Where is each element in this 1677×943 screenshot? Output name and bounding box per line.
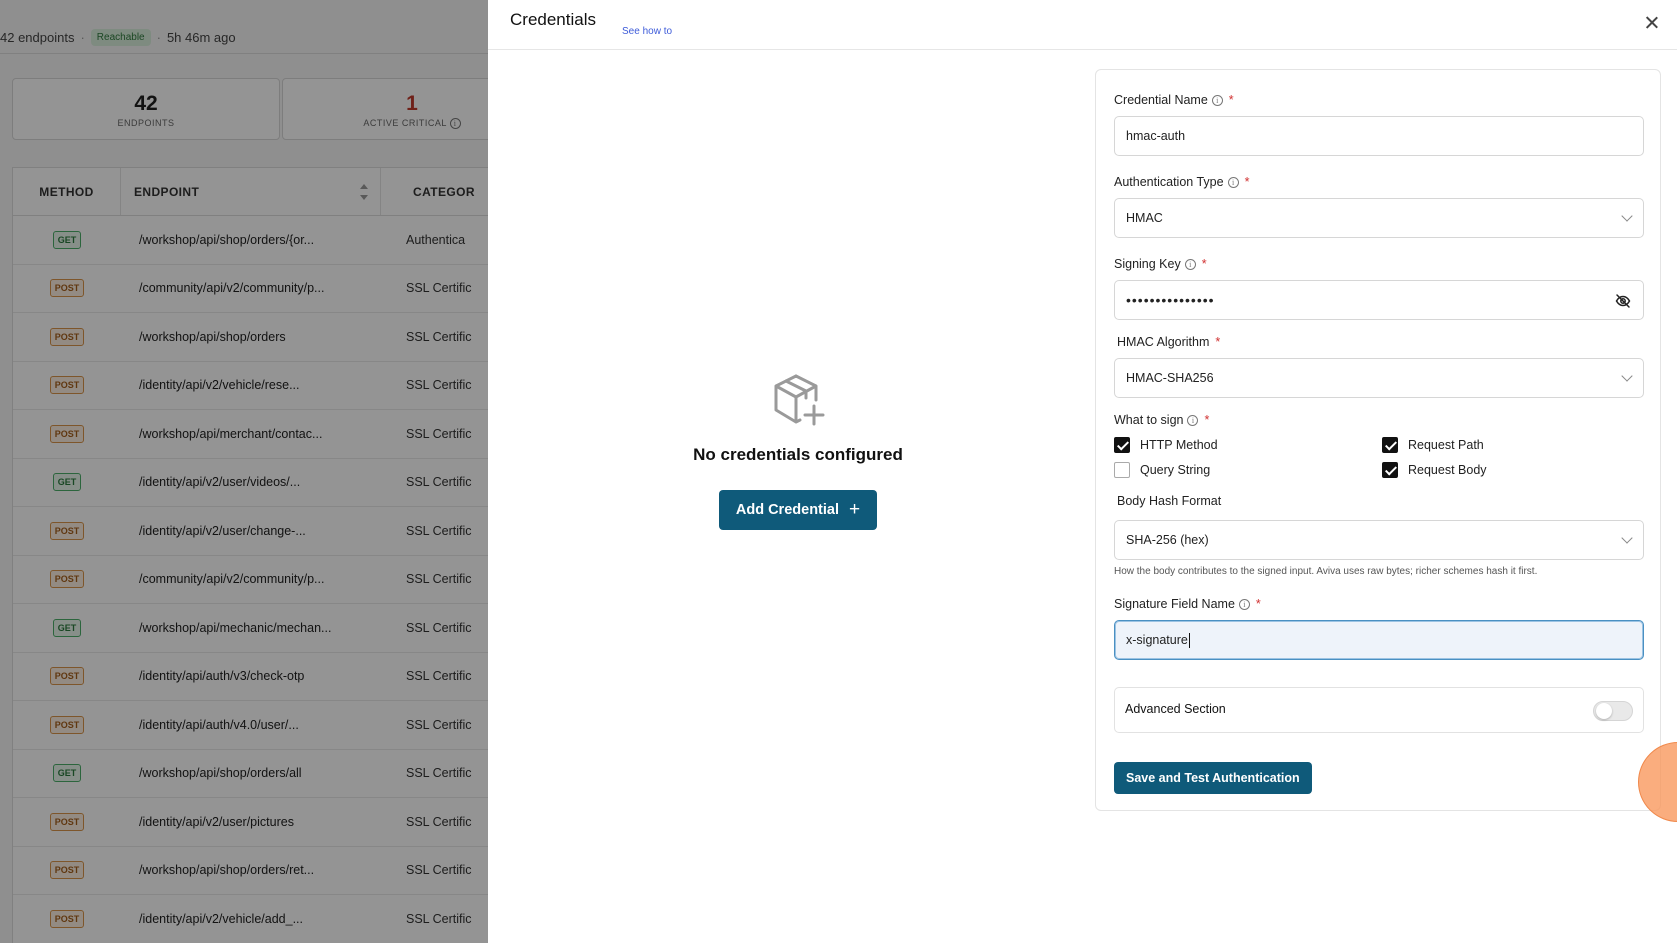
text-caret: [1188, 632, 1190, 648]
empty-state-text: No credentials configured: [693, 445, 903, 464]
package-plus-icon: [774, 374, 825, 426]
signing-key-label: Signing Key i *: [1114, 257, 1207, 271]
hmac-algorithm-label: HMAC Algorithm *: [1117, 335, 1221, 349]
credential-name-input[interactable]: hmac-auth: [1114, 116, 1644, 156]
info-icon[interactable]: i: [1187, 414, 1199, 426]
signature-field-label: Signature Field Name i *: [1114, 597, 1261, 611]
signing-key-input[interactable]: •••••••••••••••: [1114, 280, 1644, 320]
advanced-section[interactable]: Advanced Section: [1114, 687, 1644, 733]
info-icon[interactable]: i: [1227, 176, 1239, 188]
hmac-algorithm-select[interactable]: HMAC-SHA256: [1114, 358, 1644, 398]
checkbox-request-path[interactable]: Request Path: [1382, 437, 1484, 453]
body-hash-hint: How the body contributes to the signed i…: [1114, 566, 1538, 577]
info-icon[interactable]: i: [1238, 598, 1250, 610]
drawer-title: Credentials: [510, 10, 596, 29]
add-credential-button[interactable]: Add Credential +: [718, 490, 878, 530]
signature-field-input[interactable]: x-signature: [1114, 620, 1644, 660]
body-hash-select[interactable]: SHA-256 (hex): [1114, 520, 1644, 560]
checkbox-request-body[interactable]: Request Body: [1382, 462, 1487, 478]
save-and-test-button[interactable]: Save and Test Authentication: [1114, 762, 1312, 794]
credential-form: Credential Name i * hmac-auth Authenticat…: [1095, 69, 1661, 811]
advanced-section-label: Advanced Section: [1125, 702, 1226, 716]
credentials-drawer: Credentials See how to No credentials co…: [488, 0, 1677, 943]
checkbox-checked[interactable]: [1382, 437, 1398, 453]
checkbox-checked[interactable]: [1114, 437, 1130, 453]
advanced-toggle[interactable]: [1593, 701, 1633, 721]
empty-state: No credentials configured Add Credential…: [488, 370, 1108, 530]
chevron-down-icon: [1621, 532, 1633, 544]
credential-name-label: Credential Name i *: [1114, 93, 1234, 107]
see-how-link[interactable]: See how to: [622, 26, 672, 37]
checkbox-checked[interactable]: [1382, 462, 1398, 478]
auth-type-label: Authentication Type i *: [1114, 175, 1250, 189]
chevron-down-icon: [1621, 210, 1633, 222]
what-to-sign-label: What to sign i *: [1114, 413, 1210, 427]
close-icon[interactable]: [1641, 12, 1663, 34]
add-credential-label: Add Credential: [735, 502, 839, 518]
body-hash-label: Body Hash Format: [1117, 494, 1222, 508]
info-icon[interactable]: i: [1211, 94, 1223, 106]
eye-off-icon[interactable]: [1615, 293, 1631, 309]
checkbox-unchecked[interactable]: [1114, 462, 1130, 478]
checkbox-http-method[interactable]: HTTP Method: [1114, 437, 1218, 453]
auth-type-select[interactable]: HMAC: [1114, 198, 1644, 238]
info-icon[interactable]: i: [1184, 258, 1196, 270]
chevron-down-icon: [1621, 370, 1633, 382]
drawer-header: Credentials See how to: [488, 0, 1677, 50]
plus-icon: +: [849, 499, 861, 520]
checkbox-query-string[interactable]: Query String: [1114, 462, 1210, 478]
